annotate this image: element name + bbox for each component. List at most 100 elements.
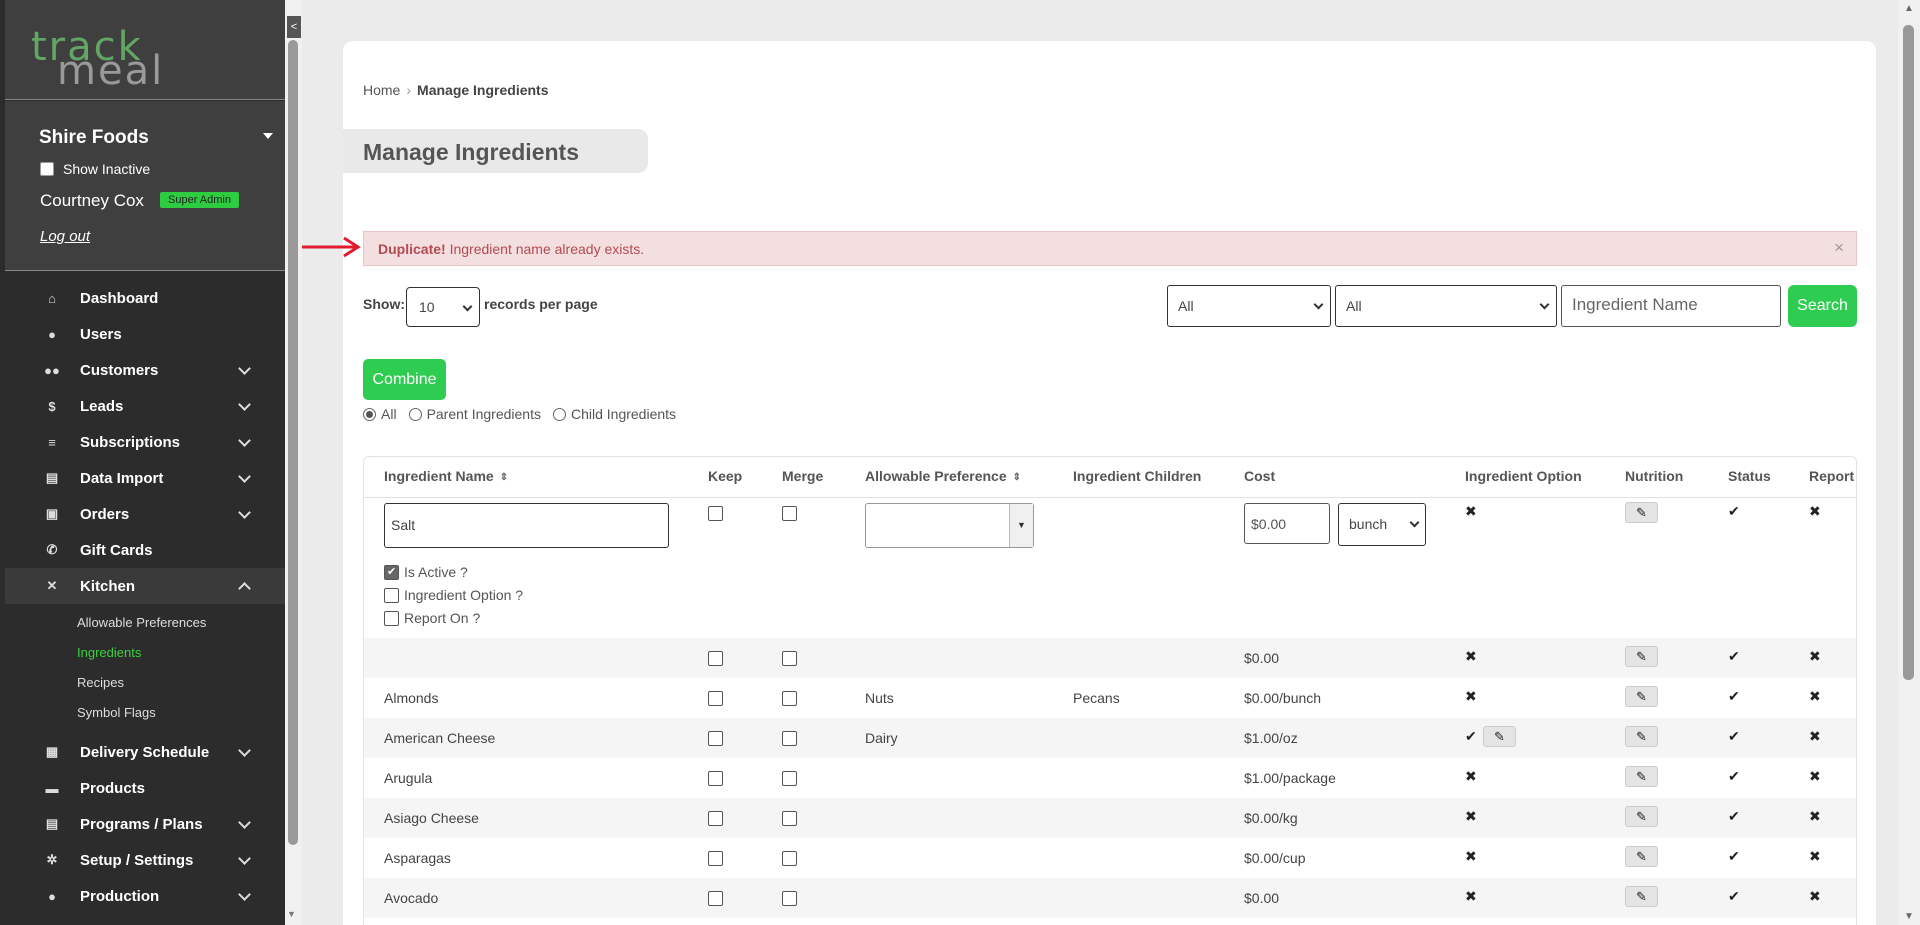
filter-select-2[interactable]: All	[1335, 285, 1557, 327]
ingredient-name-input[interactable]: Salt	[384, 503, 669, 548]
merge-checkbox[interactable]	[782, 651, 797, 666]
report-on-checkbox[interactable]	[384, 610, 399, 626]
scroll-up-icon[interactable]: ▲	[1904, 3, 1914, 14]
column-header-allowable-preference[interactable]: Allowable Preference ⇕	[865, 468, 1021, 484]
alert-strong: Duplicate!	[378, 241, 446, 257]
sidebar-item-customers[interactable]: ●● Customers	[5, 352, 285, 388]
sidebar-item-kitchen[interactable]: ✕ Kitchen	[5, 568, 285, 604]
scroll-down-icon[interactable]: ▼	[1904, 911, 1914, 922]
keep-checkbox[interactable]	[708, 731, 723, 746]
sidebar-item-gift-cards[interactable]: ✆ Gift Cards	[5, 532, 285, 568]
merge-checkbox[interactable]	[782, 731, 797, 746]
radio-parent[interactable]	[408, 407, 422, 421]
keep-checkbox[interactable]	[708, 691, 723, 706]
submenu-recipes[interactable]: Recipes	[5, 668, 285, 698]
ingredient-option-checkbox[interactable]	[384, 587, 399, 603]
company-name[interactable]: Shire Foods	[39, 127, 149, 149]
merge-checkbox[interactable]	[782, 691, 797, 706]
combine-button[interactable]: Combine	[363, 359, 446, 400]
edit-ingredient-option-button[interactable]: ✎	[1483, 726, 1516, 747]
edit-nutrition-button[interactable]: ✎	[1625, 502, 1658, 523]
sidebar-item-orders[interactable]: ▣ Orders	[5, 496, 285, 532]
edit-nutrition-button[interactable]: ✎	[1625, 726, 1658, 747]
sidebar-scrollbar[interactable]: < ▼	[285, 0, 302, 925]
edit-nutrition-button[interactable]: ✎	[1625, 846, 1658, 867]
sidebar-item-products[interactable]: ▬ Products	[5, 770, 285, 806]
close-icon[interactable]: ×	[1834, 238, 1844, 258]
show-inactive-checkbox[interactable]	[40, 162, 54, 176]
sidebar-item-delivery-schedule[interactable]: ▦ Delivery Schedule	[5, 734, 285, 770]
sort-icon[interactable]: ⇕	[1013, 472, 1021, 483]
cost-input[interactable]: $0.00	[1244, 503, 1330, 544]
sidebar-item-dashboard[interactable]: ⌂ Dashboard	[5, 280, 285, 316]
collapse-sidebar-icon[interactable]: <	[287, 16, 301, 38]
keep-checkbox[interactable]	[708, 651, 723, 666]
is-active-checkbox[interactable]	[384, 564, 399, 580]
sidebar-item-users[interactable]: ● Users	[5, 316, 285, 352]
ingredient-type-filter: All Parent Ingredients Child Ingredients	[363, 406, 688, 422]
sidebar-item-label: Subscriptions	[80, 433, 181, 451]
role-badge: Super Admin	[160, 192, 239, 208]
edit-nutrition-button[interactable]: ✎	[1625, 886, 1658, 907]
keep-checkbox[interactable]	[708, 771, 723, 786]
filter-2-value: All	[1346, 298, 1362, 314]
merge-checkbox[interactable]	[782, 811, 797, 826]
alert-message: Ingredient name already exists.	[449, 241, 645, 257]
chevron-down-icon	[238, 852, 251, 865]
mealtrack-logo[interactable]: meal track	[5, 0, 285, 100]
sidebar-item-label: Users	[80, 325, 122, 343]
radio-child-label: Child Ingredients	[570, 406, 677, 422]
sidebar-item-programs-plans[interactable]: ▤ Programs / Plans	[5, 806, 285, 842]
sort-icon[interactable]: ⇕	[500, 472, 508, 483]
search-button[interactable]: Search	[1788, 285, 1857, 327]
sidebar-item-subscriptions[interactable]: ≡ Subscriptions	[5, 424, 285, 460]
sidebar-item-data-import[interactable]: ▤ Data Import	[5, 460, 285, 496]
page-scrollbar-thumb[interactable]	[1903, 25, 1914, 680]
is-active-toggle[interactable]: Is Active ?	[384, 564, 468, 580]
merge-checkbox[interactable]	[782, 771, 797, 786]
ingredient-option-toggle[interactable]: Ingredient Option ?	[384, 587, 523, 603]
keep-checkbox[interactable]	[708, 811, 723, 826]
sidebar-item-production[interactable]: ● Production	[5, 878, 285, 914]
cell-cost: $0.00	[1244, 890, 1280, 906]
unit-select[interactable]: bunch	[1338, 503, 1426, 546]
company-dropdown-icon[interactable]	[263, 133, 273, 139]
check-icon: ✔	[1728, 848, 1740, 864]
sidebar-scrollbar-thumb[interactable]	[288, 40, 298, 845]
user-icon: ●	[48, 326, 56, 342]
keep-checkbox[interactable]	[708, 891, 723, 906]
submenu-allowable-preferences[interactable]: Allowable Preferences	[5, 608, 285, 638]
keep-checkbox[interactable]	[708, 506, 723, 521]
page-size-select[interactable]: 10	[406, 287, 480, 327]
sidebar-item-leads[interactable]: $ Leads	[5, 388, 285, 424]
cell-allowable-preference: Nuts	[865, 690, 894, 706]
edit-nutrition-button[interactable]: ✎	[1625, 646, 1658, 667]
merge-checkbox[interactable]	[782, 891, 797, 906]
page-scrollbar[interactable]: ▲ ▼	[1898, 0, 1920, 925]
scroll-down-icon[interactable]: ▼	[287, 909, 296, 919]
sidebar-item-setup-settings[interactable]: ✲ Setup / Settings	[5, 842, 285, 878]
column-header-ingredient-name[interactable]: Ingredient Name ⇕	[384, 468, 508, 484]
cell-cost: $0.00/cup	[1244, 850, 1306, 866]
ingredients-table: Ingredient Name ⇕ Keep Merge Allowable Pr…	[363, 456, 1857, 925]
report-on-toggle[interactable]: Report On ?	[384, 610, 480, 626]
radio-child[interactable]	[552, 407, 566, 421]
logout-link[interactable]: Log out	[40, 228, 90, 245]
allowable-preference-select[interactable]: ▼	[865, 503, 1034, 548]
edit-nutrition-button[interactable]: ✎	[1625, 806, 1658, 827]
merge-checkbox[interactable]	[782, 506, 797, 521]
submenu-symbol-flags[interactable]: Symbol Flags	[5, 698, 285, 728]
filter-select-1[interactable]: All	[1167, 285, 1331, 327]
edit-nutrition-button[interactable]: ✎	[1625, 766, 1658, 787]
submenu-ingredients[interactable]: Ingredients	[5, 638, 285, 668]
filter-1-value: All	[1178, 298, 1194, 314]
keep-checkbox[interactable]	[708, 851, 723, 866]
cross-icon: ✖	[1465, 768, 1477, 784]
merge-checkbox[interactable]	[782, 851, 797, 866]
dropdown-arrow-icon[interactable]: ▼	[1009, 504, 1033, 547]
breadcrumb-home[interactable]: Home	[363, 82, 400, 98]
edit-nutrition-button[interactable]: ✎	[1625, 686, 1658, 707]
radio-all[interactable]	[363, 407, 376, 421]
ingredient-name-search-input[interactable]: Ingredient Name	[1561, 285, 1781, 327]
show-inactive-toggle[interactable]: Show Inactive	[40, 161, 150, 177]
